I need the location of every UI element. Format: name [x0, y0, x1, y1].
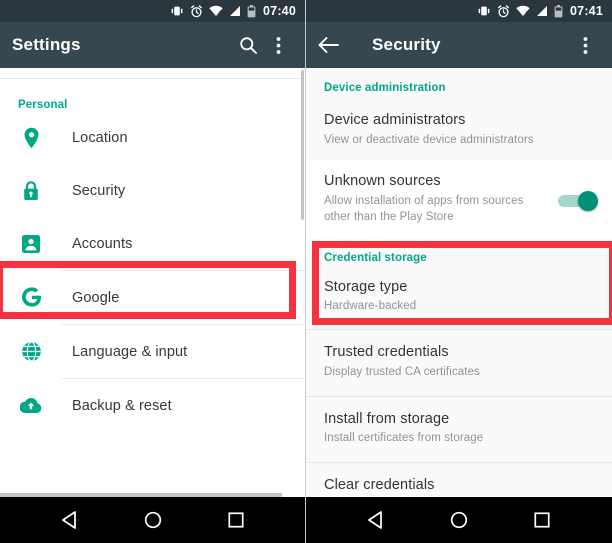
cloud-upload-icon — [18, 397, 44, 414]
arrow-back-icon — [318, 37, 339, 53]
home-button[interactable] — [439, 500, 479, 540]
overflow-menu-button[interactable] — [263, 30, 293, 60]
back-button[interactable] — [356, 500, 396, 540]
sidebar-item-location[interactable]: Location — [0, 111, 305, 164]
section-header-device-administration: Device administration — [324, 82, 446, 94]
back-triangle-icon — [368, 511, 383, 529]
partially-scrolled-row — [0, 79, 305, 88]
more-vert-icon — [583, 36, 587, 54]
item-title: Unknown sources — [324, 173, 441, 190]
search-button[interactable] — [233, 30, 263, 60]
sidebar-item-google[interactable]: Google — [0, 271, 305, 324]
item-title: Clear credentials — [324, 476, 435, 493]
right-navigation-bar — [306, 497, 612, 543]
home-button[interactable] — [133, 500, 173, 540]
recents-square-icon — [227, 512, 244, 528]
right-status-time: 07:41 — [570, 3, 603, 18]
list-item-install-from-storage[interactable]: Install from storage Install certificate… — [306, 396, 612, 462]
vibrate-icon — [478, 6, 490, 16]
vibrate-icon — [171, 6, 183, 16]
sidebar-item-label: Backup & reset — [72, 397, 172, 414]
back-button[interactable] — [50, 500, 90, 540]
dual-phone-screenshot: 07:40 Settings Personal Location Securit… — [0, 0, 612, 543]
sidebar-item-label: Location — [72, 129, 128, 146]
left-status-icons — [170, 4, 256, 18]
list-item-device-administrators[interactable]: Device administrators View or deactivate… — [306, 104, 612, 161]
back-triangle-icon — [62, 511, 76, 529]
sidebar-item-security[interactable]: Security — [0, 164, 305, 217]
left-settings-list[interactable]: Personal Location Security Accounts Goog… — [0, 68, 305, 497]
left-toolbar: Settings — [0, 22, 305, 68]
security-page-title: Security — [372, 35, 441, 54]
security-settings-list[interactable]: Device administration Device administrat… — [306, 68, 612, 497]
left-horizontal-scrollbar[interactable] — [0, 493, 282, 497]
unknown-sources-toggle[interactable] — [558, 191, 598, 212]
home-circle-icon — [450, 511, 468, 529]
list-item-unknown-sources[interactable]: Unknown sources Allow installation of ap… — [306, 160, 612, 242]
sidebar-item-label: Security — [72, 182, 126, 199]
account-box-icon — [18, 234, 44, 254]
item-subtitle: View or deactivate device administrators — [324, 133, 534, 146]
item-title: Device administrators — [324, 112, 466, 128]
left-navigation-bar — [0, 497, 305, 543]
list-top-spacer — [0, 68, 305, 78]
sidebar-item-label: Google — [72, 289, 120, 306]
item-title: Trusted credentials — [324, 344, 449, 361]
left-phone-settings-screen: 07:40 Settings Personal Location Securit… — [0, 0, 306, 543]
location-pin-icon — [18, 127, 44, 149]
sidebar-item-language-input[interactable]: Language & input — [0, 325, 305, 378]
wifi-warning-icon — [209, 5, 223, 17]
item-subtitle: Allow installation of apps from sources … — [324, 194, 524, 223]
sidebar-item-label: Accounts — [72, 235, 133, 252]
recents-button[interactable] — [216, 500, 256, 540]
item-subtitle: Display trusted CA certificates — [324, 365, 480, 378]
toolbar-back-button[interactable] — [318, 30, 346, 60]
right-toolbar: Security — [306, 22, 612, 68]
right-status-icons — [477, 4, 563, 18]
globe-icon — [18, 341, 44, 362]
right-status-bar: 07:41 — [306, 0, 612, 22]
signal-icon — [537, 6, 548, 16]
item-title: Install from storage — [324, 410, 450, 427]
signal-icon — [230, 6, 241, 16]
battery-icon — [554, 4, 563, 17]
left-vertical-scrollbar[interactable] — [301, 70, 304, 220]
list-item-storage-type[interactable]: Storage type Hardware-backed — [306, 270, 612, 330]
section-header-credential-storage: Credential storage — [324, 251, 427, 264]
overflow-menu-button[interactable] — [570, 30, 600, 60]
left-status-bar: 07:40 — [0, 0, 305, 22]
wifi-warning-icon — [516, 5, 530, 17]
recents-button[interactable] — [522, 500, 562, 540]
sidebar-item-accounts[interactable]: Accounts — [0, 217, 305, 270]
right-phone-security-screen: 07:41 Security Device administration Dev… — [306, 0, 612, 543]
item-subtitle: Hardware-backed — [324, 300, 417, 313]
alarm-icon — [498, 4, 510, 17]
toggle-thumb — [578, 191, 598, 212]
section-header-personal: Personal — [18, 99, 68, 111]
home-circle-icon — [144, 511, 161, 529]
item-subtitle: Install certificates from storage — [324, 432, 484, 445]
list-item-clear-credentials[interactable]: Clear credentials — [306, 462, 612, 497]
search-icon — [239, 36, 257, 54]
more-vert-icon — [276, 36, 280, 54]
list-item-trusted-credentials[interactable]: Trusted credentials Display trusted CA c… — [306, 330, 612, 396]
alarm-icon — [191, 4, 203, 17]
sidebar-item-label: Language & input — [72, 343, 188, 360]
sidebar-item-backup-reset[interactable]: Backup & reset — [0, 379, 305, 432]
recents-square-icon — [534, 512, 550, 528]
battery-icon — [247, 4, 256, 17]
google-g-icon — [18, 287, 44, 308]
item-title: Storage type — [324, 278, 408, 295]
lock-icon — [18, 180, 44, 202]
settings-title: Settings — [12, 35, 81, 54]
left-status-time: 07:40 — [263, 3, 296, 18]
